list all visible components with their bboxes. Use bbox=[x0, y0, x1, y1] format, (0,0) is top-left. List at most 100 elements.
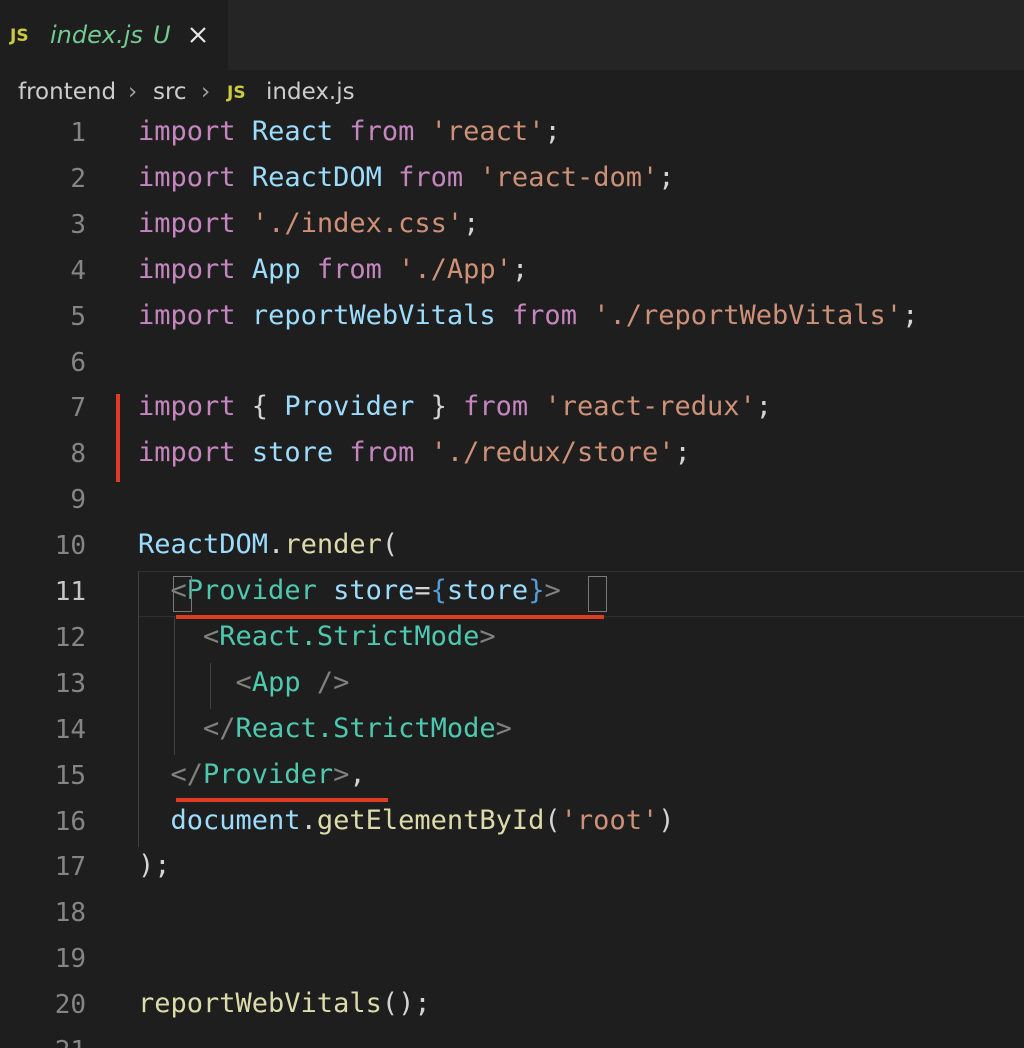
code-token: import bbox=[138, 207, 236, 239]
line-number: 4 bbox=[70, 255, 86, 286]
current-line-highlight bbox=[138, 571, 1024, 617]
code-token: < bbox=[203, 620, 220, 652]
code-token: 'react-redux' bbox=[544, 391, 756, 423]
code-token: App bbox=[251, 666, 301, 698]
code-token: ) bbox=[658, 804, 675, 836]
javascript-file-icon: JS bbox=[227, 83, 246, 103]
code-line[interactable]: 16 document.getElementById('root') bbox=[0, 801, 1024, 847]
code-line[interactable]: 9 bbox=[0, 479, 1024, 525]
code-token: import bbox=[138, 253, 236, 285]
code-token: </ bbox=[170, 758, 204, 790]
code-line[interactable]: 17); bbox=[0, 846, 1024, 892]
line-number: 1 bbox=[70, 118, 86, 148]
line-number: 11 bbox=[54, 577, 86, 607]
code-token: { bbox=[235, 391, 285, 423]
code-token: . bbox=[300, 804, 317, 836]
code-token: 'react' bbox=[430, 116, 545, 147]
code-token: ; bbox=[544, 116, 561, 147]
line-number: 12 bbox=[54, 622, 86, 653]
bracket-match-close bbox=[588, 576, 607, 612]
code-line[interactable]: 3 import './index.css'; bbox=[0, 204, 1024, 250]
code-line[interactable]: 2 import ReactDOM from 'react-dom'; bbox=[0, 158, 1024, 204]
code-text: ReactDOM.render( bbox=[138, 529, 398, 560]
line-number: 9 bbox=[70, 485, 86, 516]
code-token: React.StrictMode bbox=[235, 712, 496, 744]
code-line[interactable]: 12 <React.StrictMode> bbox=[0, 617, 1024, 663]
code-line[interactable]: 8 import store from './redux/store'; bbox=[0, 433, 1024, 479]
code-line[interactable]: 13 <App /> bbox=[0, 663, 1024, 709]
line-number: 21 bbox=[0, 1036, 86, 1048]
code-token: ; bbox=[755, 391, 773, 423]
code-text: ); bbox=[138, 850, 171, 881]
code-line[interactable]: 1 import React from 'react'; bbox=[0, 112, 1024, 158]
indent-guide bbox=[174, 617, 175, 755]
code-line[interactable]: 21 bbox=[0, 1030, 1024, 1048]
code-token: reportWebVitals bbox=[251, 299, 496, 331]
line-number: 15 bbox=[54, 760, 86, 791]
git-change-indicator bbox=[116, 394, 120, 482]
line-number: 6 bbox=[70, 347, 86, 378]
code-text: import reportWebVitals from './reportWeb… bbox=[138, 300, 918, 331]
code-line[interactable]: 6 bbox=[0, 342, 1024, 388]
line-number: 2 bbox=[70, 163, 86, 194]
code-token: } bbox=[414, 391, 464, 423]
javascript-file-icon: JS bbox=[10, 26, 29, 46]
code-line[interactable]: 7 import { Provider } from 'react-redux'; bbox=[0, 387, 1024, 433]
code-token: > bbox=[479, 620, 496, 652]
code-text: reportWebVitals(); bbox=[138, 988, 431, 1019]
code-token: from bbox=[463, 391, 529, 423]
breadcrumb-item-index-js[interactable]: index.js bbox=[266, 79, 355, 105]
code-text: import store from './redux/store'; bbox=[138, 437, 691, 468]
code-token: </ bbox=[203, 712, 236, 744]
code-line[interactable]: 15 </Provider>, bbox=[0, 755, 1024, 801]
code-token: getElementById bbox=[316, 804, 545, 836]
line-number: 16 bbox=[54, 806, 86, 837]
code-line[interactable]: 19 bbox=[0, 938, 1024, 984]
line-number: 13 bbox=[54, 668, 86, 699]
code-token: ; bbox=[902, 299, 919, 331]
line-number: 5 bbox=[70, 301, 86, 332]
code-line[interactable]: 5 import reportWebVitals from './reportWe… bbox=[0, 296, 1024, 342]
code-token: ; bbox=[511, 253, 529, 285]
code-line[interactable]: 10 ReactDOM.render( bbox=[0, 525, 1024, 571]
code-token: 'react-dom' bbox=[479, 161, 659, 193]
provider-close-underline bbox=[176, 798, 388, 802]
code-token: import bbox=[138, 299, 236, 331]
code-token: render bbox=[284, 529, 382, 561]
code-token: ; bbox=[658, 161, 675, 193]
code-token: ; bbox=[463, 207, 480, 239]
line-number: 18 bbox=[54, 898, 86, 929]
line-number: 7 bbox=[70, 393, 86, 424]
line-number: 10 bbox=[54, 531, 86, 562]
code-token: './reportWebVitals' bbox=[593, 299, 903, 331]
code-text: import './index.css'; bbox=[138, 208, 479, 239]
code-token: > bbox=[495, 712, 512, 744]
breadcrumb-item-src[interactable]: src bbox=[153, 79, 187, 105]
indent-guide bbox=[138, 571, 139, 847]
code-token: < bbox=[235, 666, 252, 698]
breadcrumb: frontend › src › JS index.js bbox=[0, 70, 1024, 116]
tab-index-js[interactable]: JS index.js U bbox=[0, 0, 228, 70]
untracked-status-badge: U bbox=[153, 21, 171, 49]
code-token: React.StrictMode bbox=[219, 620, 480, 652]
code-text: import App from './App'; bbox=[138, 254, 528, 285]
code-token: './index.css' bbox=[251, 207, 464, 239]
line-number: 8 bbox=[70, 439, 86, 470]
code-line[interactable]: 18 bbox=[0, 892, 1024, 938]
code-line[interactable]: 14 </React.StrictMode> bbox=[0, 709, 1024, 755]
close-icon[interactable] bbox=[186, 23, 210, 47]
breadcrumb-item-frontend[interactable]: frontend bbox=[18, 79, 116, 105]
code-token: from bbox=[316, 253, 382, 285]
code-line[interactable]: 4 import App from './App'; bbox=[0, 250, 1024, 296]
code-line[interactable]: 20 reportWebVitals(); bbox=[0, 984, 1024, 1030]
provider-open-underline bbox=[176, 615, 604, 619]
